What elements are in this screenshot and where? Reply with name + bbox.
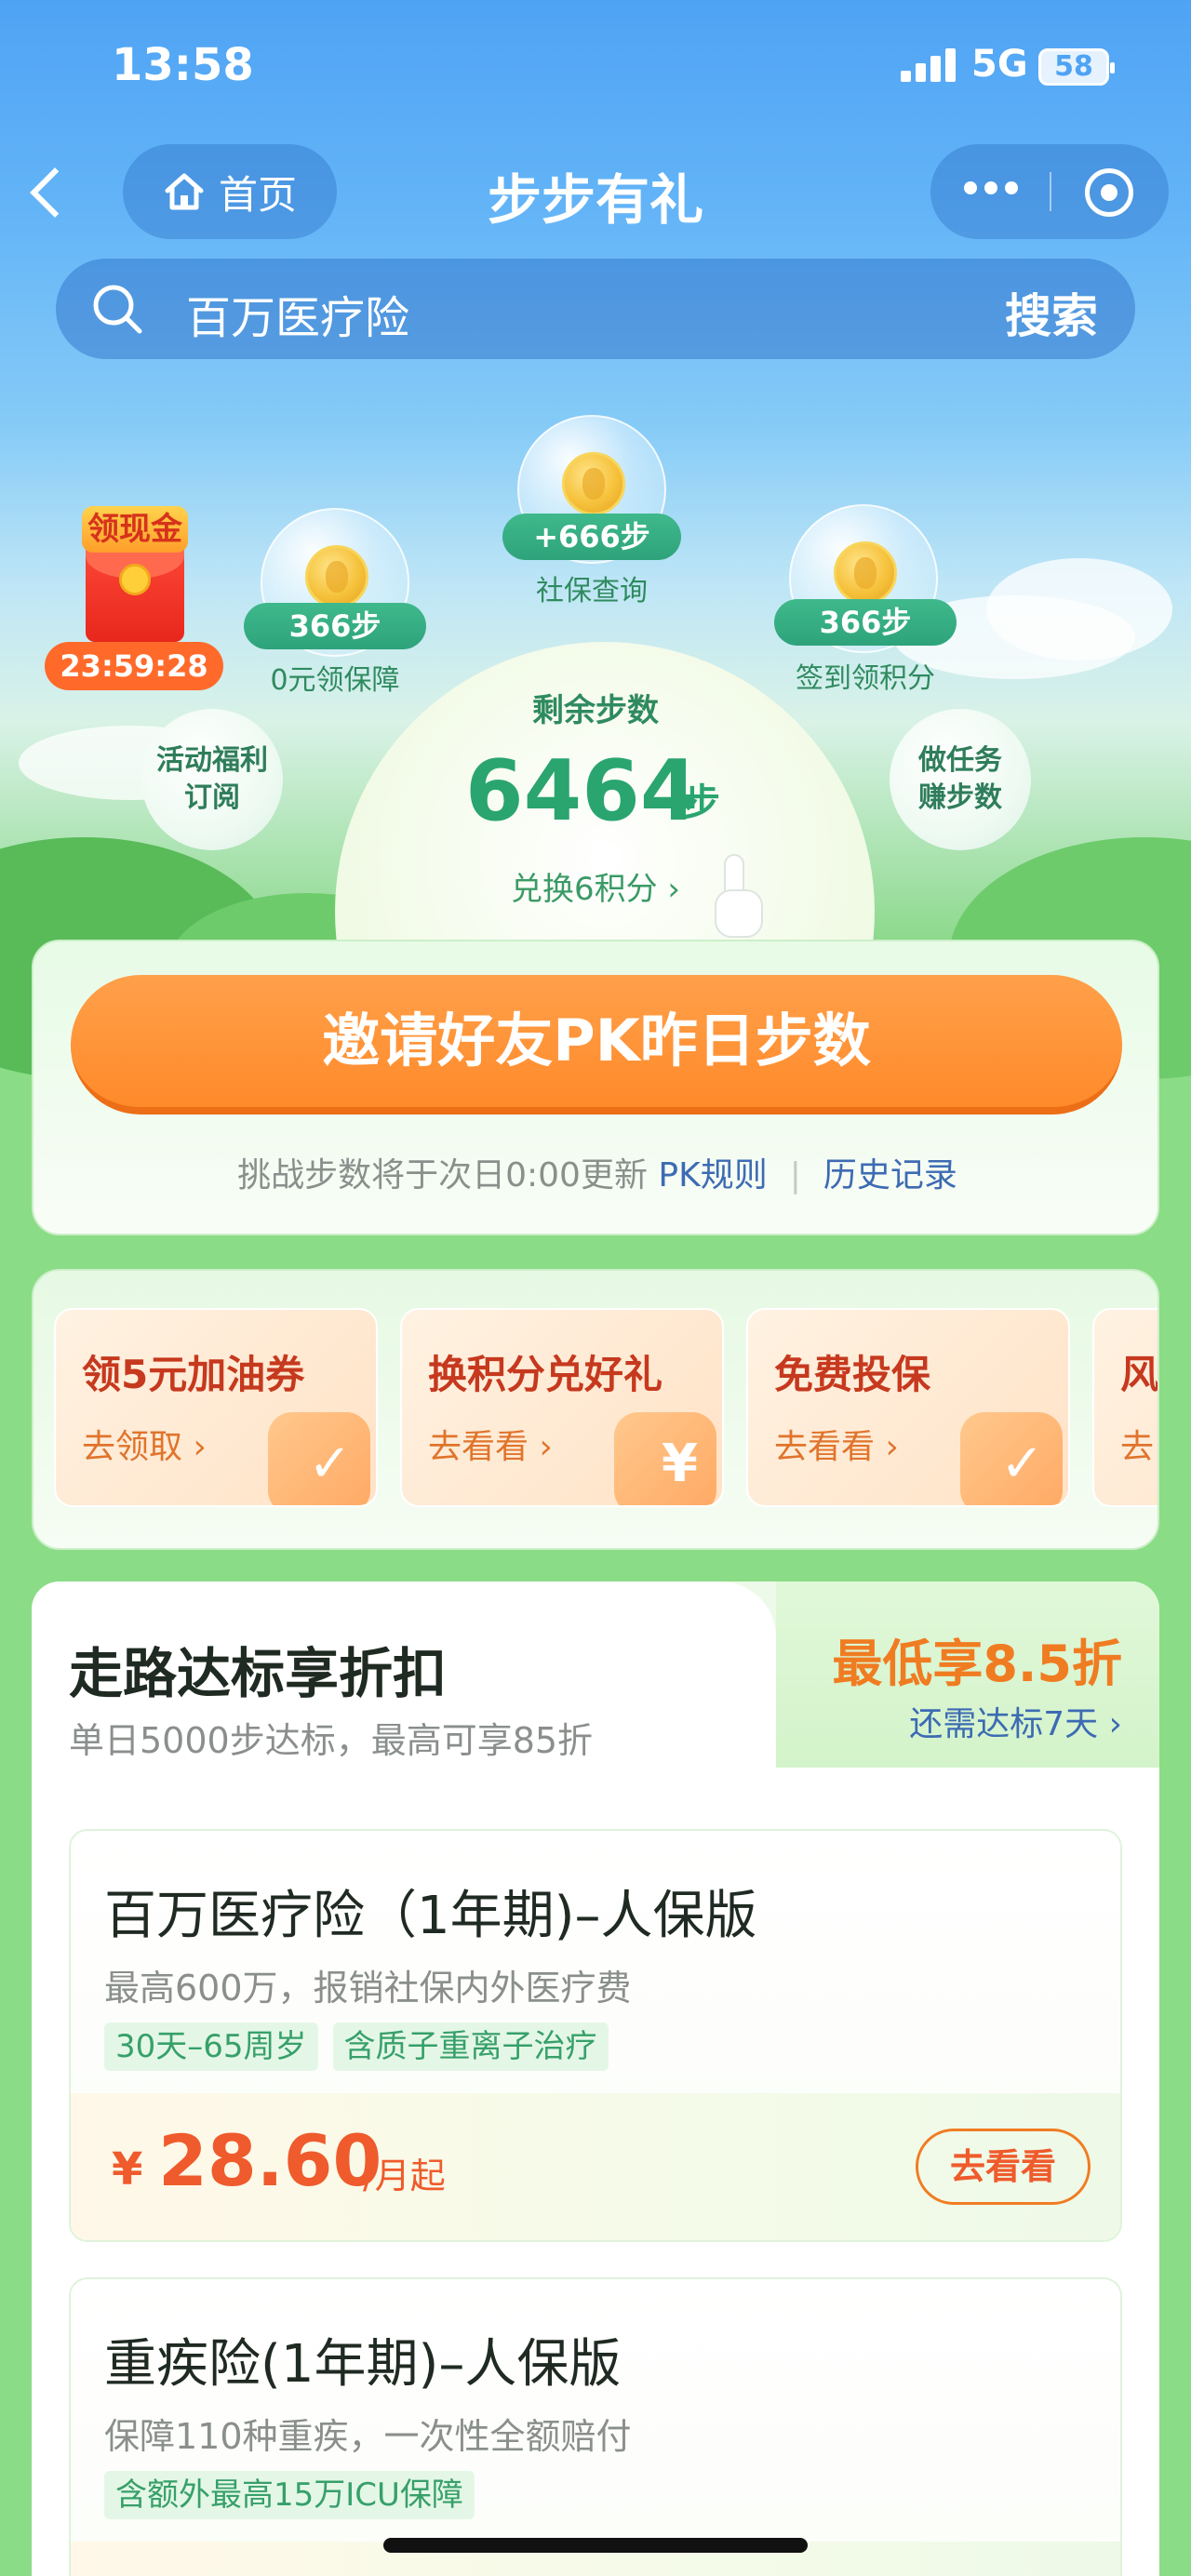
price-unit: /月起 xyxy=(363,2156,446,2196)
remaining-steps-label: 剩余步数 xyxy=(532,692,659,729)
battery-icon: 58 xyxy=(1038,48,1115,86)
red-packet-countdown: 23:59:28 xyxy=(45,642,223,690)
search-icon xyxy=(93,285,142,334)
capsule-divider xyxy=(1050,172,1051,211)
pk-separator: | xyxy=(789,1156,801,1195)
bubble-steps-tag: +666步 xyxy=(502,514,681,560)
promo-title: 免费投保 xyxy=(774,1352,931,1397)
product-tag: 含额外最高15万ICU保障 xyxy=(104,2471,475,2519)
promo-link: 去看看 › xyxy=(428,1428,553,1466)
promo-link: 去领取 › xyxy=(82,1428,207,1466)
home-icon xyxy=(163,170,206,213)
product-desc: 最高600万，报销社保内外医疗费 xyxy=(104,1968,632,2009)
status-time: 13:58 xyxy=(112,39,254,91)
red-packet-knob xyxy=(119,564,151,595)
pointer-hand-icon xyxy=(711,854,767,940)
check-icon: ✓ xyxy=(308,1434,352,1494)
task-label: 做任务 赚步数 xyxy=(918,744,1002,814)
bubble-label: 0元领保障 xyxy=(270,664,400,697)
promo-item[interactable]: 免费投保 去看看 › ✓ xyxy=(746,1308,1070,1507)
status-bar: 13:58 5G 58 xyxy=(0,0,1191,130)
discount-rate: 最低享8.5折 xyxy=(832,1635,1122,1693)
promo-item[interactable]: 风 去 xyxy=(1092,1308,1159,1507)
back-arrow-icon[interactable] xyxy=(20,160,86,225)
yen-glyph-icon: ¥ xyxy=(662,1434,698,1494)
bubble-label: 签到领积分 xyxy=(796,662,935,695)
product-name: 重疾险(1年期)–人保版 xyxy=(104,2334,622,2395)
promo-title: 风 xyxy=(1120,1352,1159,1397)
subscribe-bubble[interactable]: 活动福利 订阅 xyxy=(141,709,283,850)
view-button[interactable]: 去看看 xyxy=(916,2129,1091,2205)
close-target-icon[interactable] xyxy=(1085,168,1133,217)
coin-icon xyxy=(305,545,368,608)
product-card[interactable]: 百万医疗险（1年期)–人保版 最高600万，报销社保内外医疗费 30天–65周岁… xyxy=(69,1829,1122,2242)
nav-bar: 首页 步步有礼 xyxy=(0,140,1191,251)
remaining-steps-unit: 步 xyxy=(683,781,720,824)
invite-pk-button[interactable]: 邀请好友PK昨日步数 xyxy=(71,975,1122,1114)
check-icon: ✓ xyxy=(1000,1434,1044,1494)
promo-title: 领5元加油券 xyxy=(82,1352,305,1397)
product-tags: 30天–65周岁 含质子重离子治疗 xyxy=(104,2022,609,2071)
network-type: 5G xyxy=(971,43,1028,86)
discount-subtitle: 单日5000步达标，最高可享85折 xyxy=(69,1720,594,1761)
promo-link: 去看看 › xyxy=(774,1428,899,1466)
red-packet[interactable]: 领现金 23:59:28 xyxy=(45,506,223,692)
promo-link: 去 xyxy=(1120,1428,1155,1466)
app-screen: 13:58 5G 58 首页 步步有礼 百万医疗险 搜索 领现金 23:59:2… xyxy=(0,0,1191,2576)
price-value: 28.60 xyxy=(158,2119,382,2202)
promo-title: 换积分兑好礼 xyxy=(428,1352,663,1397)
coin-icon xyxy=(562,452,625,515)
pk-rules-link[interactable]: PK规则 xyxy=(658,1156,767,1195)
discount-need-link[interactable]: 还需达标7天 › xyxy=(909,1697,1122,1745)
history-link[interactable]: 历史记录 xyxy=(823,1156,957,1195)
home-label: 首页 xyxy=(218,171,297,218)
price-row: ¥ 28.60 /月起 去看看 xyxy=(71,2093,1120,2240)
battery-level: 58 xyxy=(1054,50,1093,83)
product-tags: 含额外最高15万ICU保障 xyxy=(104,2471,475,2519)
search-button[interactable]: 搜索 xyxy=(1005,279,1098,346)
promo-item[interactable]: 领5元加油券 去领取 › ✓ xyxy=(54,1308,378,1507)
signal-icon xyxy=(901,48,958,82)
search-input[interactable]: 百万医疗险 xyxy=(186,281,409,346)
product-tag: 含质子重离子治疗 xyxy=(332,2022,609,2071)
discount-title: 走路达标享折扣 xyxy=(69,1642,448,1705)
more-icon[interactable] xyxy=(964,181,1020,200)
product-name: 百万医疗险（1年期)–人保版 xyxy=(104,1886,757,1946)
remaining-steps-value: 6464 xyxy=(465,742,699,840)
product-desc: 保障110种重疾，一次性全额赔付 xyxy=(104,2416,632,2457)
cloud xyxy=(986,558,1172,661)
bubble-steps-tag: 366步 xyxy=(774,599,957,646)
promo-item[interactable]: 换积分兑好礼 去看看 › ¥ xyxy=(400,1308,724,1507)
price-currency: ¥ xyxy=(112,2143,143,2196)
home-button[interactable]: 首页 xyxy=(123,144,337,239)
home-indicator xyxy=(383,2538,808,2553)
discount-header: 走路达标享折扣 单日5000步达标，最高可享85折 最低享8.5折 还需达标7天… xyxy=(32,1582,1159,1768)
product-card[interactable]: 重疾险(1年期)–人保版 保障110种重疾，一次性全额赔付 含额外最高15万IC… xyxy=(69,2277,1122,2576)
subscribe-label: 活动福利 订阅 xyxy=(156,744,268,814)
bubble-steps-tag: 366步 xyxy=(244,603,426,649)
task-bubble[interactable]: 做任务 赚步数 xyxy=(890,709,1031,850)
page-title: 步步有礼 xyxy=(487,168,703,232)
discount-card: 走路达标享折扣 单日5000步达标，最高可享85折 最低享8.5折 还需达标7天… xyxy=(32,1582,1159,2576)
coin-icon xyxy=(834,541,897,605)
pk-card: 邀请好友PK昨日步数 挑战步数将于次日0:00更新 PK规则 | 历史记录 xyxy=(32,940,1159,1235)
bubble-label: 社保查询 xyxy=(536,575,648,607)
search-bar[interactable]: 百万医疗险 搜索 xyxy=(56,259,1135,359)
promo-card: 领5元加油券 去领取 › ✓ 换积分兑好礼 去看看 › ¥ 免费投保 去看看 ›… xyxy=(32,1269,1159,1550)
pk-update-note: 挑战步数将于次日0:00更新 xyxy=(237,1156,648,1195)
red-packet-label: 领现金 xyxy=(82,506,188,553)
product-tag: 30天–65周岁 xyxy=(104,2022,318,2071)
mini-program-capsule xyxy=(930,144,1169,239)
pk-info: 挑战步数将于次日0:00更新 PK规则 | 历史记录 xyxy=(33,1148,1161,1196)
